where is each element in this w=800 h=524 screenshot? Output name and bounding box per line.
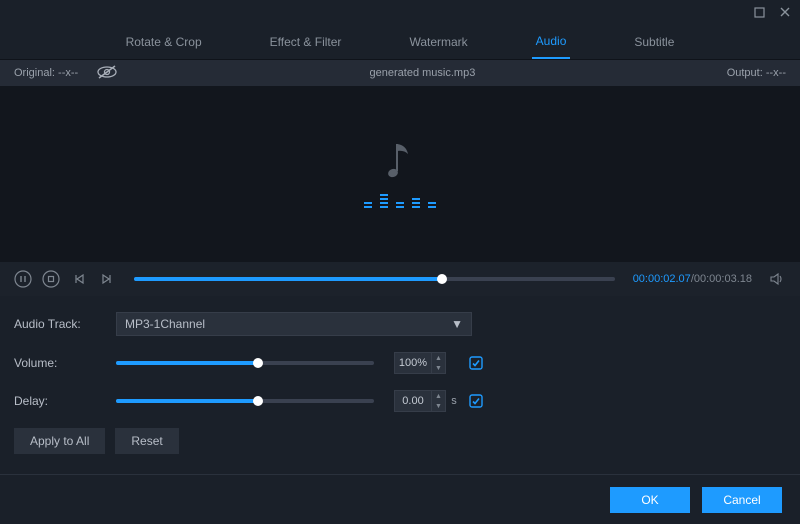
footer: OK Cancel (0, 474, 800, 524)
delay-reset-icon[interactable] (468, 393, 484, 409)
next-button[interactable] (98, 270, 116, 288)
tab-watermark[interactable]: Watermark (405, 26, 471, 58)
stop-button[interactable] (42, 270, 60, 288)
tab-bar: Rotate & Crop Effect & Filter Watermark … (0, 24, 800, 60)
volume-slider[interactable] (116, 361, 374, 365)
audio-track-label: Audio Track: (14, 317, 116, 331)
equalizer-icon (364, 194, 436, 208)
volume-spinner[interactable]: 100% ▲ ▼ (394, 352, 446, 374)
player-bar: 00:00:02.07/00:00:03.18 (0, 262, 800, 296)
seek-bar[interactable] (134, 277, 615, 281)
titlebar (0, 0, 800, 24)
volume-label: Volume: (14, 356, 116, 370)
delay-slider[interactable] (116, 399, 374, 403)
tab-effect-filter[interactable]: Effect & Filter (266, 26, 346, 58)
maximize-button[interactable] (752, 5, 766, 19)
delay-up-arrow[interactable]: ▲ (432, 391, 445, 401)
delay-spinner[interactable]: 0.00 ▲ ▼ (394, 390, 446, 412)
pause-button[interactable] (14, 270, 32, 288)
volume-icon[interactable] (768, 270, 786, 288)
eye-off-icon[interactable] (96, 65, 118, 82)
delay-down-arrow[interactable]: ▼ (432, 401, 445, 411)
ok-button[interactable]: OK (610, 487, 690, 513)
volume-reset-icon[interactable] (468, 355, 484, 371)
preview-area (0, 86, 800, 262)
volume-value: 100% (395, 357, 431, 369)
settings-panel: Audio Track: MP3-1Channel ▼ Volume: 100%… (0, 296, 800, 464)
tab-subtitle[interactable]: Subtitle (630, 26, 678, 58)
volume-down-arrow[interactable]: ▼ (432, 363, 445, 373)
audio-track-select[interactable]: MP3-1Channel ▼ (116, 312, 472, 336)
delay-unit: s (446, 395, 462, 407)
tab-rotate-crop[interactable]: Rotate & Crop (122, 26, 206, 58)
current-time: 00:00:02.07 (633, 273, 691, 285)
delay-label: Delay: (14, 394, 116, 408)
time-display: 00:00:02.07/00:00:03.18 (633, 273, 752, 285)
output-label: Output: --x-- (727, 67, 786, 79)
prev-button[interactable] (70, 270, 88, 288)
close-button[interactable] (778, 5, 792, 19)
volume-up-arrow[interactable]: ▲ (432, 353, 445, 363)
tab-audio[interactable]: Audio (532, 25, 571, 59)
filename: generated music.mp3 (370, 67, 476, 79)
info-bar: Original: --x-- generated music.mp3 Outp… (0, 60, 800, 86)
duration: 00:00:03.18 (694, 273, 752, 285)
original-label: Original: --x-- (14, 67, 78, 79)
reset-button[interactable]: Reset (115, 428, 178, 454)
audio-track-value: MP3-1Channel (125, 317, 205, 331)
cancel-button[interactable]: Cancel (702, 487, 782, 513)
delay-value: 0.00 (395, 395, 431, 407)
apply-to-all-button[interactable]: Apply to All (14, 428, 105, 454)
music-note-icon (386, 141, 414, 184)
chevron-down-icon: ▼ (451, 317, 463, 331)
